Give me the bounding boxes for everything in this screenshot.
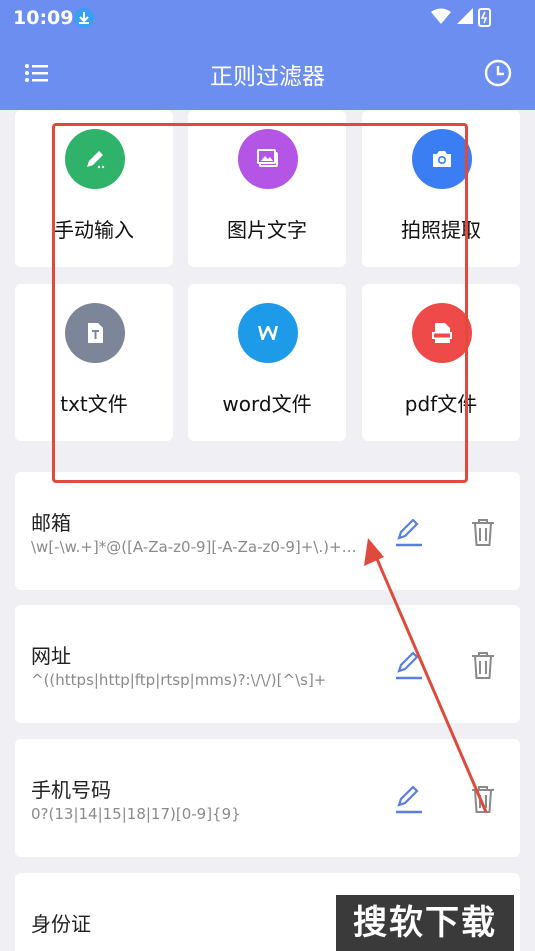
app-bar: 10:09 正则过滤器: [0, 0, 535, 110]
image-icon: [238, 129, 298, 189]
pencil-edit-icon: [396, 518, 422, 547]
filter-pattern: 0?(13|14|15|18|17)[0-9]{9}: [31, 805, 241, 823]
trash-icon: [472, 652, 494, 679]
filter-pattern: \w[-\w.+]*@([A-Za-z0-9][-A-Za-z0-9]+\.)+…: [31, 538, 361, 556]
pencil-edit-icon: [396, 651, 422, 680]
edit-button[interactable]: [393, 649, 425, 681]
download-icon: [74, 8, 94, 28]
tile-label: pdf文件: [404, 392, 478, 416]
tile-manual-input[interactable]: 手动输入: [15, 110, 173, 267]
tile-label: 拍照提取: [401, 218, 481, 242]
delete-button[interactable]: [469, 783, 497, 815]
filter-name: 网址: [31, 644, 71, 668]
edit-button[interactable]: [393, 783, 425, 815]
watermark: 搜软下载: [336, 895, 514, 951]
tile-label: word文件: [222, 392, 312, 416]
filter-card-phone[interactable]: 手机号码 0?(13|14|15|18|17)[0-9]{9}: [15, 739, 520, 857]
wifi-icon: [431, 8, 451, 24]
filter-name: 身份证: [31, 912, 91, 936]
filter-pattern: ^((https|http|ftp|rtsp|mms)?:\/\/)[^\s]+: [31, 671, 327, 689]
tile-label: 图片文字: [227, 218, 307, 242]
tile-label: 手动输入: [54, 218, 134, 242]
tile-label: txt文件: [60, 392, 128, 416]
txt-file-icon: [65, 303, 125, 363]
filter-name: 手机号码: [31, 778, 111, 802]
status-time: 10:09: [13, 7, 74, 29]
trash-icon: [472, 519, 494, 546]
tile-txt-file[interactable]: txt文件: [15, 284, 173, 441]
delete-button[interactable]: [469, 516, 497, 548]
tile-image-text[interactable]: 图片文字: [188, 110, 346, 267]
pencil-edit-icon: [396, 785, 422, 814]
signal-icon: [457, 8, 473, 24]
tile-pdf-file[interactable]: pdf文件: [362, 284, 520, 441]
history-button[interactable]: [482, 57, 514, 89]
trash-icon: [472, 786, 494, 813]
tile-camera-extract[interactable]: 拍照提取: [362, 110, 520, 267]
pencil-icon: [65, 129, 125, 189]
filter-name: 邮箱: [31, 511, 71, 535]
filter-card-email[interactable]: 邮箱 \w[-\w.+]*@([A-Za-z0-9][-A-Za-z0-9]+\…: [15, 472, 520, 590]
word-icon: [238, 303, 298, 363]
camera-icon: [412, 129, 472, 189]
filter-card-url[interactable]: 网址 ^((https|http|ftp|rtsp|mms)?:\/\/)[^\…: [15, 605, 520, 723]
delete-button[interactable]: [469, 649, 497, 681]
edit-button[interactable]: [393, 516, 425, 548]
page-title: 正则过滤器: [210, 64, 325, 90]
pdf-icon: [412, 303, 472, 363]
clock-icon: [484, 59, 512, 87]
status-icons: [429, 6, 495, 32]
tile-word-file[interactable]: word文件: [188, 284, 346, 441]
